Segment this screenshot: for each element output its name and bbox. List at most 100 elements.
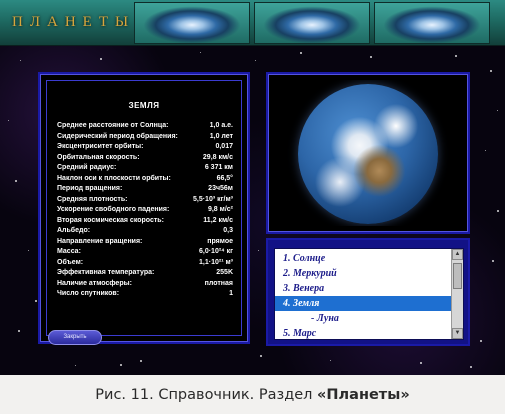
info-row-value: 1,0 а.е. (209, 122, 233, 129)
planet-list-item[interactable]: - Луна (275, 311, 451, 326)
info-row: Альбедо: 0,3 (57, 226, 233, 236)
star-dot (485, 150, 486, 151)
info-row: Средний радиус: 6 371 км (57, 163, 233, 173)
star-dot (35, 300, 37, 302)
planet-list-item[interactable]: 1. Солнце (275, 251, 451, 266)
caption-text: Рис. 11. Справочник. Раздел (95, 387, 318, 403)
star-dot (8, 120, 9, 121)
planet-list-panel: 1. Солнце 2. Меркурий 3. Венера 4. Земля - Л… (266, 238, 470, 346)
earth-photo (274, 80, 462, 226)
earth-globe-image (298, 84, 438, 224)
info-row-value: 255K (216, 269, 233, 276)
info-row-value: 5,5·10³ кг/м³ (193, 195, 233, 203)
planet-list-item[interactable]: 4. Земля (275, 296, 451, 311)
scrollbar-thumb[interactable] (453, 263, 462, 289)
planet-listbox[interactable]: 1. Солнце 2. Меркурий 3. Венера 4. Земля - Л… (274, 248, 464, 340)
star-dot (100, 58, 102, 60)
info-row-label: Эффективная температура: (57, 269, 155, 276)
info-row-label: Средняя плотность: (57, 195, 128, 203)
info-row: Эксцентриситет орбиты: 0,017 (57, 142, 233, 152)
star-dot (300, 52, 302, 54)
planet-list-item[interactable]: 2. Меркурий (275, 266, 451, 281)
info-row-value: 1,0 лет (209, 132, 233, 140)
star-dot (15, 180, 17, 182)
info-row: Среднее расстояние от Солнца: 1,0 а.е. (57, 121, 233, 131)
star-dot (480, 340, 482, 342)
info-row: Ускорение свободного падения: 9,8 м/с² (57, 205, 233, 215)
star-dot (370, 56, 372, 58)
planet-list-item[interactable]: 3. Венера (275, 281, 451, 296)
info-row-value: плотная (204, 279, 233, 287)
scroll-down-arrow-icon[interactable]: ▼ (452, 328, 463, 339)
info-row-value: 29,8 км/с (202, 153, 233, 161)
planet-name-heading: ЗЕМЛЯ (128, 101, 160, 110)
info-row-label: Средний радиус: (57, 164, 117, 171)
info-row-label: Вторая космическая скорость: (57, 216, 164, 224)
star-dot (497, 210, 499, 212)
star-dot (455, 55, 457, 57)
info-row-value: прямое (207, 237, 233, 245)
close-button[interactable]: Закрыть (48, 330, 102, 345)
info-row-value: 66,5° (216, 174, 233, 182)
star-dot (420, 362, 422, 364)
scroll-up-arrow-icon[interactable]: ▲ (452, 249, 463, 260)
info-row: Орбитальная скорость: 29,8 км/с (57, 153, 233, 163)
app-title: ПЛАНЕТЫ (12, 14, 136, 30)
star-dot (120, 364, 122, 366)
list-scrollbar[interactable]: ▲ ▼ (451, 249, 463, 339)
info-row: Вторая космическая скорость: 11,2 км/с (57, 216, 233, 226)
info-row-label: Число спутников: (57, 290, 120, 297)
star-dot (470, 366, 472, 368)
info-row-value: 1,1·10²¹ м³ (199, 258, 233, 266)
planet-info-panel: ЗЕМЛЯ Среднее расстояние от Солнца: 1,0 а… (38, 72, 250, 344)
header-planet-image (254, 2, 370, 44)
info-row-value: 0,3 (223, 227, 233, 234)
star-dot (75, 365, 76, 366)
star-dot (490, 70, 492, 72)
info-row-value: 9,8 м/с² (207, 206, 233, 213)
info-row-label: Направление вращения: (57, 237, 143, 245)
info-row: Наличие атмосферы: плотная (57, 279, 233, 289)
star-dot (497, 110, 498, 111)
figure-caption: Рис. 11. Справочник. Раздел «Планеты» (0, 376, 505, 414)
info-row-label: Объем: (57, 258, 84, 266)
info-row-label: Альбедо: (57, 227, 91, 234)
planet-info-inner: ЗЕМЛЯ Среднее расстояние от Солнца: 1,0 а… (46, 80, 242, 336)
info-row-label: Масса: (57, 248, 81, 255)
star-dot (20, 60, 21, 61)
info-row-label: Эксцентриситет орбиты: (57, 143, 144, 150)
planet-image-panel (266, 72, 470, 234)
info-row: Масса: 6,0·10²⁴ кг (57, 247, 233, 257)
info-row: Эффективная температура: 255K (57, 268, 233, 278)
star-dot (330, 360, 331, 361)
info-row-value: 23ч56м (208, 185, 233, 192)
star-dot (140, 360, 142, 362)
info-row-label: Период вращения: (57, 185, 123, 192)
planet-list-item[interactable]: 5. Марс (275, 326, 451, 339)
reference-screen: ПЛАНЕТЫ ЗЕМЛЯ Среднее расстояние от Солн… (0, 0, 505, 375)
info-row: Средняя плотность: 5,5·10³ кг/м³ (57, 195, 233, 205)
info-row: Сидерический период обращения: 1,0 лет (57, 132, 233, 142)
info-row: Направление вращения: прямое (57, 237, 233, 247)
header-bar: ПЛАНЕТЫ (0, 0, 505, 46)
info-row-label: Ускорение свободного падения: (57, 206, 170, 213)
info-row-value: 6,0·10²⁴ кг (198, 248, 233, 255)
star-dot (18, 330, 20, 332)
info-row-label: Наклон оси к плоскости орбиты: (57, 174, 171, 182)
star-dot (260, 355, 262, 357)
info-row-value: 11,2 км/с (203, 216, 233, 224)
info-row-value: 1 (229, 290, 233, 297)
header-planet-image (374, 2, 490, 44)
info-row-label: Наличие атмосферы: (57, 279, 132, 287)
info-row: Наклон оси к плоскости орбиты: 66,5° (57, 174, 233, 184)
info-row-label: Орбитальная скорость: (57, 153, 140, 161)
star-dot (258, 250, 259, 251)
header-planet-image (134, 2, 250, 44)
star-dot (492, 260, 494, 262)
info-row-label: Среднее расстояние от Солнца: (57, 122, 169, 129)
star-dot (28, 250, 29, 251)
star-dot (200, 52, 201, 53)
caption-bold-text: «Планеты» (317, 387, 410, 403)
star-dot (255, 60, 256, 61)
info-row: Период вращения: 23ч56м (57, 184, 233, 194)
